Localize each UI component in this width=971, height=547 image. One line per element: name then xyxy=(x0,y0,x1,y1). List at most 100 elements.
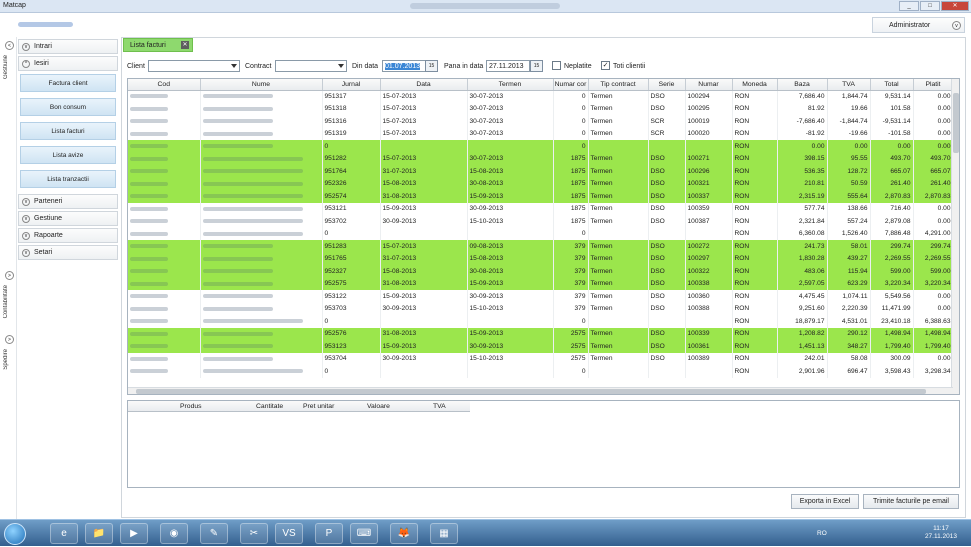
col-tva[interactable]: TVA xyxy=(433,403,446,410)
email-invoices-button[interactable]: Trimite facturile pe email xyxy=(863,494,959,509)
scroll-thumb[interactable] xyxy=(136,389,926,394)
all-clients-checkbox[interactable]: ✓ xyxy=(601,61,610,70)
start-button[interactable] xyxy=(4,523,26,545)
nav-group-intrari[interactable]: v Intrari xyxy=(18,39,118,54)
column-header[interactable]: Cod xyxy=(128,79,201,91)
cell-j: 0 xyxy=(322,227,381,240)
powerpoint-icon[interactable]: P xyxy=(315,523,343,544)
media-player-icon[interactable]: ▶ xyxy=(120,523,148,544)
column-header[interactable]: Platit xyxy=(913,79,954,91)
table-row[interactable]: 951319 15-07-2013 30-07-2013 0 Termen SCR 1000… xyxy=(128,127,954,140)
minimize-button[interactable]: _ xyxy=(899,1,919,11)
table-row[interactable]: 0 0 RON 18,879.17 4,531.01 23,410.18 6,388.63 xyxy=(128,315,954,328)
snipping-tool-icon[interactable]: ✂ xyxy=(240,523,268,544)
close-button[interactable]: ✕ xyxy=(941,1,969,11)
nav-item-lista-tranzactii[interactable]: Lista tranzactii xyxy=(20,170,116,188)
table-row[interactable]: 0 0 RON 0.00 0.00 0.00 0.00 xyxy=(128,140,954,153)
table-row[interactable]: 952576 31-08-2013 15-09-2013 2575 Termen DSO 1… xyxy=(128,327,954,340)
nav-item-factura-client[interactable]: Factura client xyxy=(20,74,116,92)
table-row[interactable]: 953702 30-09-2013 15-10-2013 1875 Termen DSO 1… xyxy=(128,215,954,228)
col-produs[interactable]: Produs xyxy=(180,403,202,410)
table-row[interactable]: 953123 15-09-2013 30-09-2013 2575 Termen DSO 1… xyxy=(128,340,954,353)
export-excel-button[interactable]: Exporta in Excel xyxy=(791,494,859,509)
calendar-icon[interactable]: 15 xyxy=(425,60,438,72)
nav-item-lista-facturi[interactable]: Lista facturi xyxy=(20,122,116,140)
table-row[interactable]: 953704 30-09-2013 15-10-2013 2575 Termen DSO 1… xyxy=(128,352,954,365)
expand-spedire-button[interactable]: > xyxy=(5,335,14,344)
cell-nc: 1875 xyxy=(553,190,589,203)
table-row[interactable]: 951282 15-07-2013 30-07-2013 1875 Termen DSO 1… xyxy=(128,152,954,165)
collapse-gestiune-button[interactable]: < xyxy=(5,41,14,50)
visual-studio-icon[interactable]: VS xyxy=(275,523,303,544)
column-header[interactable]: Tip contract xyxy=(588,79,649,91)
firefox-icon[interactable]: 🦊 xyxy=(390,523,418,544)
table-row[interactable]: 952575 31-08-2013 15-09-2013 379 Termen DSO 10… xyxy=(128,277,954,290)
table-row[interactable]: 951317 15-07-2013 30-07-2013 0 Termen DSO 1002… xyxy=(128,90,954,103)
rail-label-gestiune[interactable]: Gestiune xyxy=(3,55,9,79)
table-row[interactable]: 951765 31-07-2013 15-08-2013 379 Termen DSO 10… xyxy=(128,252,954,265)
app-window-icon[interactable]: ▦ xyxy=(430,523,458,544)
nav-group-setari[interactable]: v Setari xyxy=(18,245,118,260)
tab-lista-facturi[interactable]: Lista facturi ✕ xyxy=(123,38,193,52)
col-cantitate[interactable]: Cantitate xyxy=(256,403,283,410)
invoices-grid[interactable]: Cod Nume Jurnal Data Termen Numar cor Tip cont… xyxy=(127,78,960,395)
column-header[interactable]: Numar xyxy=(685,79,733,91)
invoice-lines-grid[interactable]: Produs Cantitate Pret unitar Valoare TVA xyxy=(127,400,960,488)
column-header[interactable]: Total xyxy=(870,79,914,91)
column-header[interactable]: Baza xyxy=(777,79,828,91)
table-row[interactable]: 951318 15-07-2013 30-07-2013 0 Termen DSO 1002… xyxy=(128,102,954,115)
table-row[interactable]: 0 0 RON 6,360.08 1,526.40 7,886.48 4,291.00 xyxy=(128,227,954,240)
table-row[interactable]: 951316 15-07-2013 30-07-2013 0 Termen SCR 1000… xyxy=(128,115,954,128)
nav-group-parteneri[interactable]: v Parteneri xyxy=(18,194,118,209)
table-row[interactable]: 952574 31-08-2013 15-09-2013 1875 Termen DSO 1… xyxy=(128,190,954,203)
unpaid-checkbox[interactable] xyxy=(552,61,561,70)
expand-contabilitate-button[interactable]: > xyxy=(5,271,14,280)
nav-group-iesiri[interactable]: ^ Iesiri xyxy=(18,56,118,71)
table-row[interactable]: 953121 15-09-2013 30-09-2013 1875 Termen DSO 1… xyxy=(128,202,954,215)
nav-group-gestiune[interactable]: v Gestiune xyxy=(18,211,118,226)
rail-label-spedire[interactable]: Spedire xyxy=(3,349,9,370)
table-row[interactable]: 951764 31-07-2013 15-08-2013 1875 Termen DSO 1… xyxy=(128,165,954,178)
table-row[interactable]: 951283 15-07-2013 09-08-2013 379 Termen DSO 10… xyxy=(128,240,954,253)
ie-icon[interactable]: e xyxy=(50,523,78,544)
column-header[interactable]: Serie xyxy=(648,79,686,91)
cell-t: 15-10-2013 xyxy=(467,352,554,365)
contract-select[interactable] xyxy=(275,60,347,72)
teamviewer-icon[interactable]: ⌨ xyxy=(350,523,378,544)
table-row[interactable]: 0 0 RON 2,901.96 696.47 3,598.43 3,298.34 xyxy=(128,365,954,378)
table-row[interactable]: 952326 15-08-2013 30-08-2013 1875 Termen DSO 1… xyxy=(128,177,954,190)
scroll-thumb[interactable] xyxy=(953,93,959,153)
column-header[interactable]: TVA xyxy=(827,79,871,91)
clock[interactable]: 11:17 27.11.2013 xyxy=(925,525,957,541)
column-header[interactable]: Termen xyxy=(467,79,554,91)
to-date-input[interactable]: 27.11.2013 xyxy=(486,60,530,72)
language-indicator[interactable]: RO xyxy=(817,530,827,537)
nav-item-lista-avize[interactable]: Lista avize xyxy=(20,146,116,164)
table-row[interactable]: 953703 30-09-2013 15-10-2013 379 Termen DSO 10… xyxy=(128,302,954,315)
calendar-icon[interactable]: 15 xyxy=(530,60,543,72)
close-tab-icon[interactable]: ✕ xyxy=(181,41,189,49)
horizontal-scrollbar[interactable] xyxy=(128,387,953,394)
paint-icon[interactable]: ✎ xyxy=(200,523,228,544)
table-row[interactable]: 952327 15-08-2013 30-08-2013 379 Termen DSO 10… xyxy=(128,265,954,278)
from-date-input[interactable]: 01.07.2013 xyxy=(382,60,426,72)
table-row[interactable]: 953122 15-09-2013 30-09-2013 379 Termen DSO 10… xyxy=(128,290,954,303)
vertical-scrollbar[interactable] xyxy=(951,79,959,394)
col-valoare[interactable]: Valoare xyxy=(367,403,390,410)
rail-label-contabilitate[interactable]: Contabilitate xyxy=(3,285,9,318)
column-header[interactable]: Moneda xyxy=(732,79,778,91)
col-pret-unitar[interactable]: Pret unitar xyxy=(303,403,334,410)
cell-tot: 3,598.43 xyxy=(870,365,914,378)
nav-group-rapoarte[interactable]: v Rapoarte xyxy=(18,228,118,243)
maximize-button[interactable]: □ xyxy=(920,1,940,11)
column-header[interactable]: Nume xyxy=(200,79,323,91)
column-header[interactable]: Numar cor xyxy=(553,79,589,91)
cell-tc: Termen xyxy=(588,277,649,290)
nav-item-bon-consum[interactable]: Bon consum xyxy=(20,98,116,116)
client-select[interactable] xyxy=(148,60,240,72)
chrome-icon[interactable]: ◉ xyxy=(160,523,188,544)
column-header[interactable]: Data xyxy=(380,79,468,91)
user-menu-button[interactable]: Administrator v xyxy=(872,17,965,33)
column-header[interactable]: Jurnal xyxy=(322,79,381,91)
explorer-icon[interactable]: 📁 xyxy=(85,523,113,544)
